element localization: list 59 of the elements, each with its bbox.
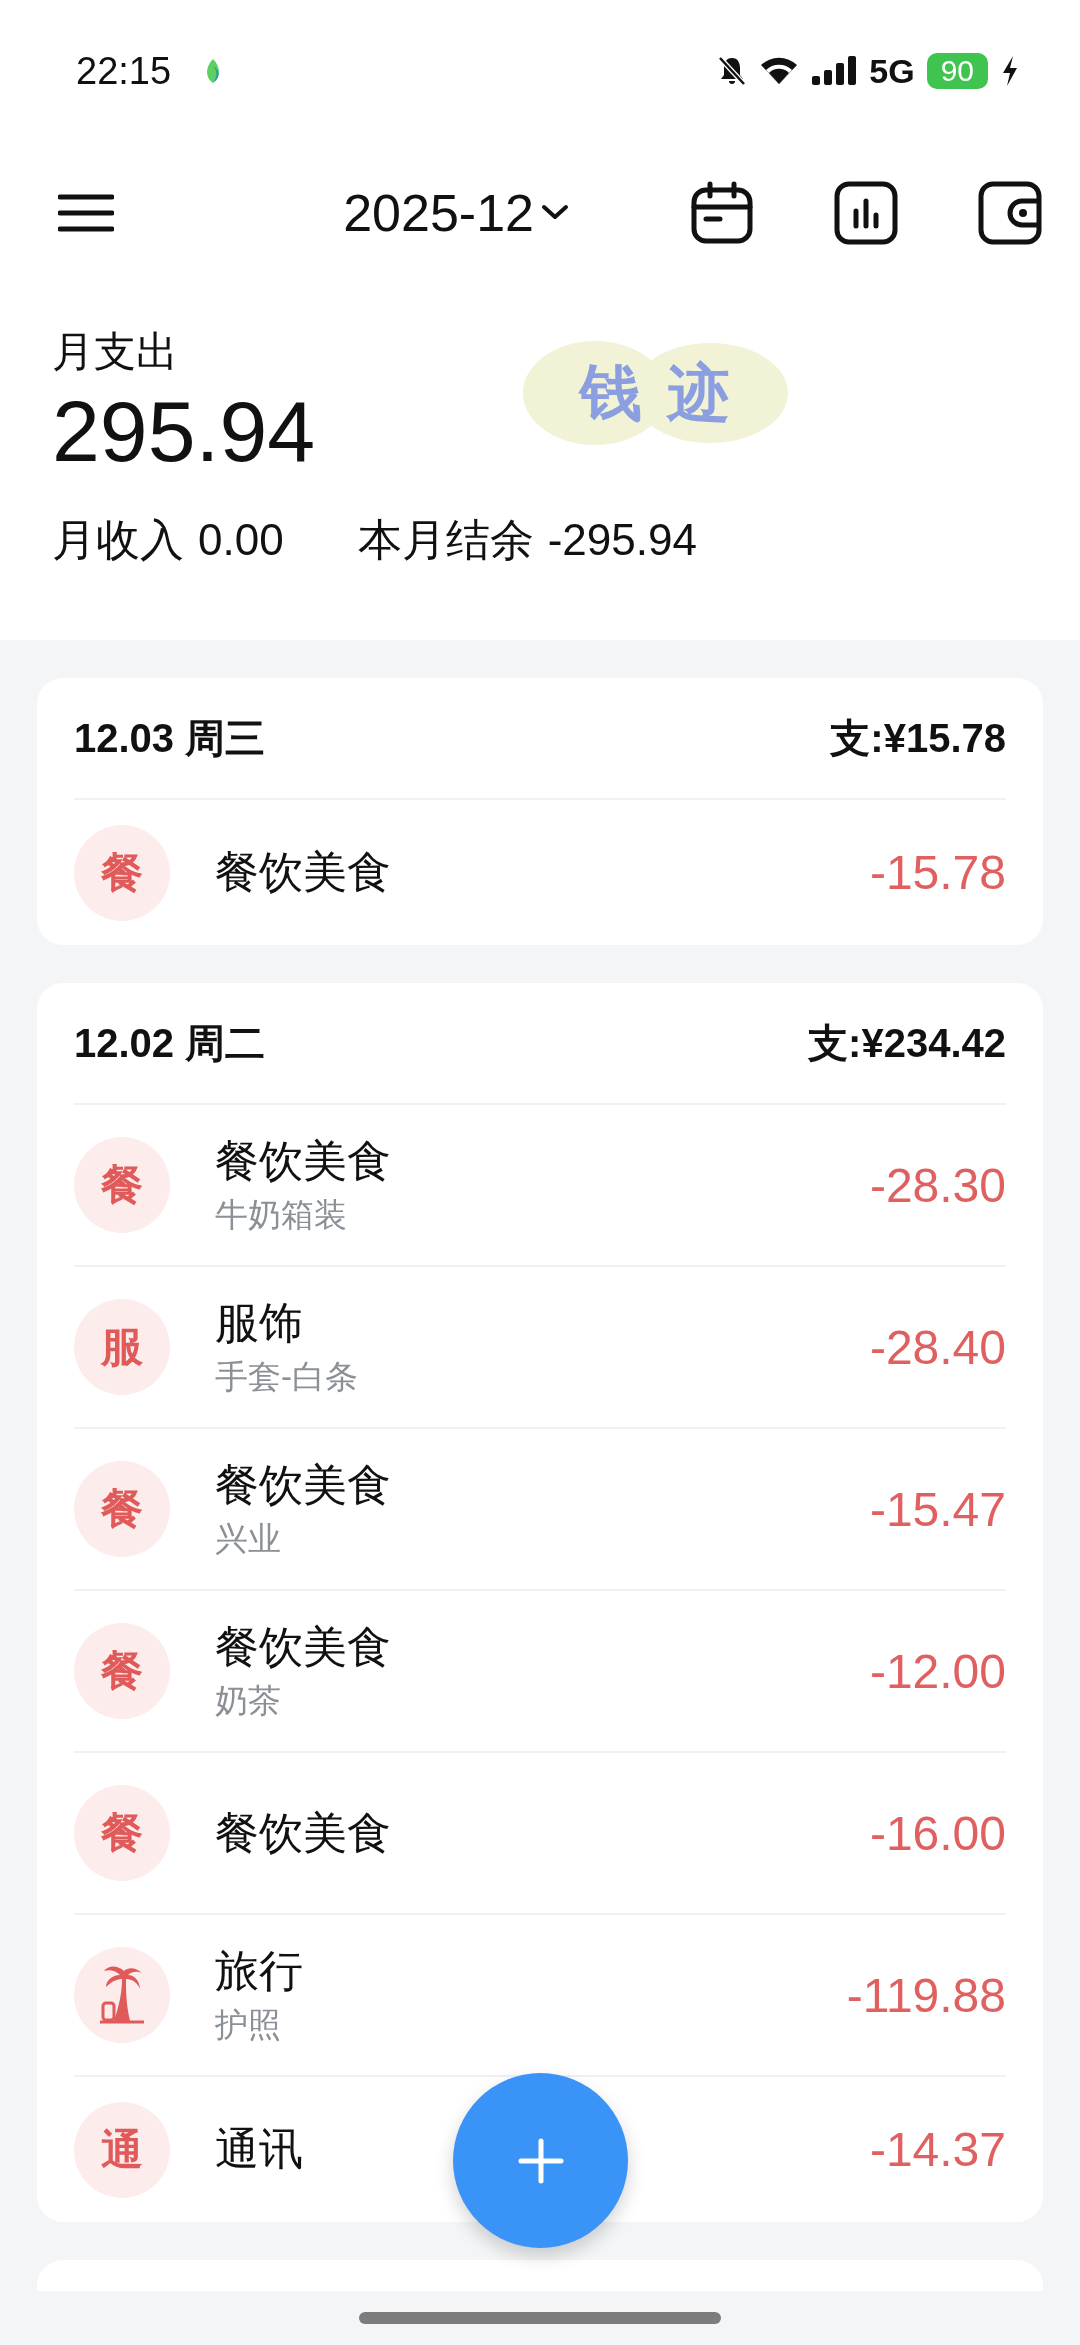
bell-muted-icon [717, 55, 748, 87]
day-total: 支:¥234.42 [808, 1019, 1006, 1067]
menu-icon[interactable] [58, 193, 114, 233]
wifi-icon [759, 56, 800, 86]
transaction-note: 兴业 [215, 1519, 281, 1559]
transaction-amount: -16.00 [869, 1805, 1006, 1861]
transaction-row[interactable]: 餐 餐饮美食 -16.00 [74, 1753, 1006, 1915]
category-name: 通讯 [215, 2123, 303, 2175]
transaction-row[interactable]: 餐 餐饮美食 兴业 -15.47 [74, 1429, 1006, 1591]
transaction-note: 手套-白条 [215, 1357, 358, 1397]
transaction-amount: -28.40 [869, 1319, 1006, 1375]
income-label: 月收入 [52, 514, 184, 566]
transaction-amount: -28.30 [869, 1157, 1006, 1213]
transaction-row[interactable]: 餐 餐饮美食 -15.78 [74, 800, 1006, 945]
network-type: 5G [869, 51, 915, 91]
category-icon: 餐 [74, 1623, 170, 1719]
category-name: 服饰 [215, 1297, 303, 1349]
battery-level: 90 [926, 53, 988, 89]
category-name: 旅行 [215, 1945, 303, 1997]
expense-total: 295.94 [52, 382, 316, 481]
income-value: 0.00 [198, 515, 284, 565]
category-icon: 餐 [74, 1137, 170, 1233]
category-icon: 餐 [74, 1785, 170, 1881]
category-name: 餐饮美食 [215, 1806, 391, 1859]
transaction-amount: -14.37 [869, 2122, 1006, 2177]
transaction-amount: -119.88 [846, 1967, 1006, 2023]
balance-value: -295.94 [547, 515, 697, 565]
day-date: 12.03 周三 [74, 714, 266, 762]
transaction-amount: -12.00 [869, 1643, 1006, 1699]
transaction-amount: -15.78 [869, 845, 1006, 900]
transaction-note: 护照 [215, 2005, 281, 2045]
category-icon: 通 [74, 2101, 170, 2198]
calendar-icon[interactable] [690, 181, 754, 245]
wallet-icon[interactable] [978, 181, 1042, 245]
day-total: 支:¥15.78 [830, 714, 1006, 762]
transaction-row[interactable]: 通 通讯 -14.37 [74, 2077, 1006, 2222]
bar-chart-icon[interactable] [834, 181, 898, 245]
transaction-row[interactable]: 餐 餐饮美食 奶茶 -12.00 [74, 1591, 1006, 1753]
transaction-row[interactable]: 服 服饰 手套-白条 -28.40 [74, 1267, 1006, 1429]
transaction-row[interactable]: 旅行 护照 -119.88 [74, 1915, 1006, 2077]
expense-label: 月支出 [52, 327, 179, 377]
category-name: 餐饮美食 [215, 1621, 391, 1673]
month-picker[interactable]: 2025-12 [343, 183, 570, 243]
transaction-note: 奶茶 [215, 1681, 281, 1721]
day-date: 12.02 周二 [74, 1019, 266, 1067]
transaction-note: 牛奶箱装 [215, 1195, 347, 1235]
status-time: 22:15 [76, 49, 172, 93]
transaction-amount: -15.47 [869, 1481, 1006, 1537]
category-icon: 餐 [74, 1461, 170, 1557]
charging-icon [1000, 55, 1020, 87]
balance-label: 本月结余 [357, 514, 534, 566]
signal-icon [811, 56, 858, 86]
palm-tree-icon [74, 1947, 170, 2043]
transaction-row[interactable]: 餐 餐饮美食 牛奶箱装 -28.30 [74, 1105, 1006, 1267]
category-icon: 餐 [74, 824, 170, 921]
category-name: 餐饮美食 [215, 1135, 391, 1187]
category-name: 餐饮美食 [215, 1459, 391, 1511]
category-icon: 服 [74, 1299, 170, 1395]
category-name: 餐饮美食 [215, 846, 391, 898]
